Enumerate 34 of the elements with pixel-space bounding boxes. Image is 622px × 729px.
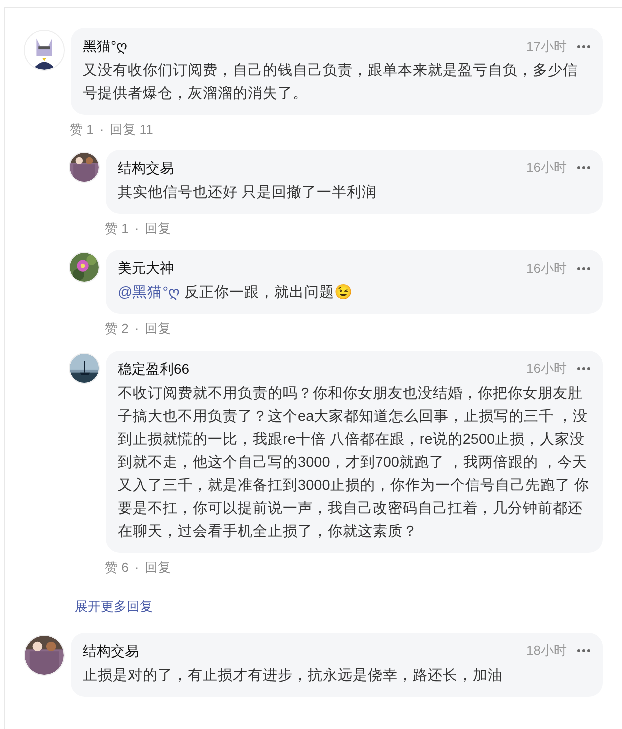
mention-link[interactable]: @黑猫°ღ [118, 285, 181, 301]
author-name[interactable]: 黑猫°ღ [83, 36, 128, 57]
like-button[interactable]: 赞 1 [105, 218, 129, 238]
comment-text: @黑猫°ღ 反正你一跟，就出问题😉 [118, 284, 354, 303]
timestamp: 18小时 [526, 642, 567, 660]
more-icon[interactable] [577, 367, 591, 371]
comment-text: 不收订阅费就不用负责的吗？你和你女朋友也没结婚，你把你女朋友肚子搞大也不用负责了？这个ea大家都知道怎么回事，止损写的三千 ，没到止损就慌的一比，我跟re十倍 八倍都在跟，re说的2500止损，人家没到就不走，他这个自己写的3000，才到700就跑了 ，我两倍跟的 ，今天又入了三千，就是准备扛到3000止损的，你作为一个信号自己先跑了 你要是不扛，你可以提前说一声，我自己改密码自己扛着，几分钟前都还在聊天，过会看手机全止损了，你就这素质？ [118, 384, 590, 542]
like-button[interactable]: 赞 2 [105, 319, 129, 338]
author-name[interactable]: 稳定盈利66 [118, 358, 190, 380]
author-name[interactable]: 结构交易 [118, 158, 174, 178]
comment-text: 其实他信号也还好 只是回撤了一半利润 [118, 184, 378, 202]
more-icon[interactable] [577, 44, 591, 48]
comment-text: 止损是对的了，有止损才有进步，抗永远是侥幸，路还长，加油 [83, 666, 504, 686]
reply-button[interactable]: 回复 11 [110, 120, 154, 140]
timestamp: 17小时 [526, 38, 567, 56]
separator-dot: · [134, 558, 140, 576]
timestamp: 16小时 [526, 260, 567, 278]
reply-button[interactable]: 回复 [145, 558, 172, 577]
separator-dot: · [134, 320, 140, 338]
like-button[interactable]: 赞 1 [70, 120, 94, 140]
reply-button[interactable]: 回复 [145, 319, 172, 338]
comment-text: 又没有收你们订阅费，自己的钱自己负责，跟单本来就是盈亏自负，多少信号提供者爆仓，灰溜溜的消失了。 [83, 62, 579, 104]
timestamp: 16小时 [526, 159, 567, 178]
reply-button[interactable]: 回复 [145, 218, 172, 238]
more-icon[interactable] [577, 649, 591, 653]
separator-dot: · [100, 121, 104, 139]
expand-replies-link[interactable]: 展开更多回复 [75, 597, 153, 616]
like-button[interactable]: 赞 6 [105, 558, 129, 577]
timestamp: 16小时 [526, 360, 567, 378]
author-name[interactable]: 结构交易 [83, 640, 139, 662]
more-icon[interactable] [577, 166, 591, 170]
more-icon[interactable] [577, 266, 591, 270]
separator-dot: · [134, 220, 140, 238]
author-name[interactable]: 美元大神 [118, 258, 174, 279]
